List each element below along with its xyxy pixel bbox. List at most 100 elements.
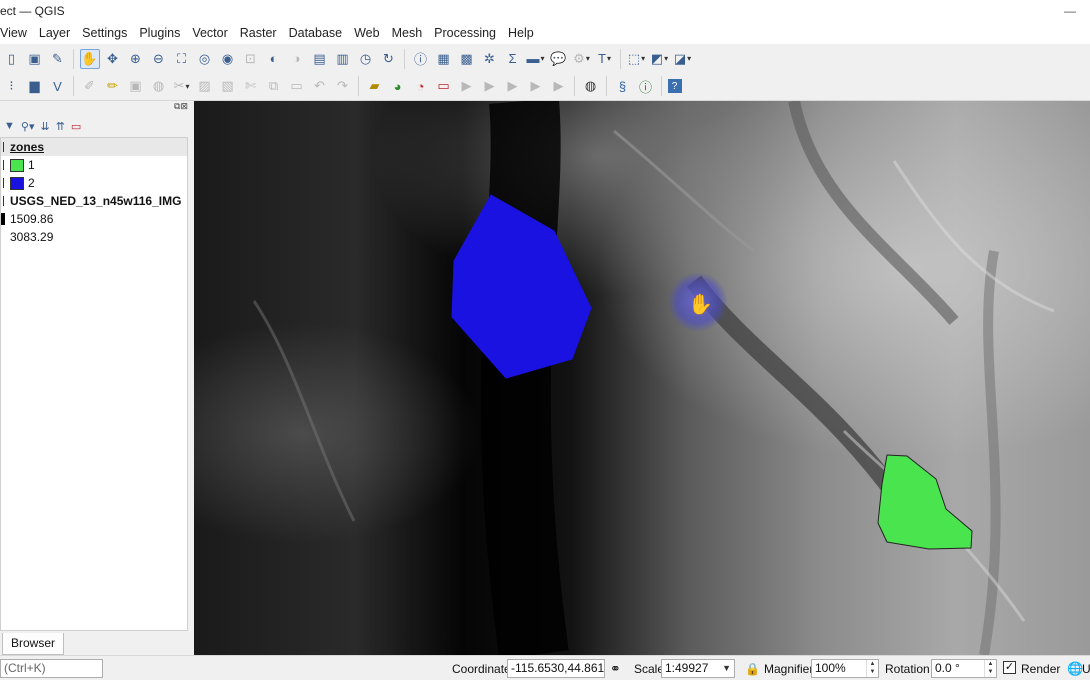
save-edits-icon[interactable]: ▣ bbox=[126, 76, 146, 96]
python-console-icon[interactable]: § bbox=[613, 76, 633, 96]
pin-label-icon[interactable]: ◔ bbox=[411, 76, 431, 96]
select-by-expression-icon[interactable]: ◪ ▾ bbox=[673, 49, 693, 69]
menu-help[interactable]: Help bbox=[502, 22, 540, 44]
measure-icon[interactable]: ▬ ▾ bbox=[526, 49, 546, 69]
filter-legend-icon[interactable]: ⚲▾ bbox=[21, 120, 35, 133]
expand-all-icon[interactable]: ⇊ bbox=[40, 120, 49, 133]
menu-database[interactable]: Database bbox=[283, 22, 349, 44]
quickmapservices-icon[interactable]: ◍ bbox=[581, 76, 601, 96]
magnifier-label: Magnifier bbox=[764, 662, 814, 676]
sum-icon[interactable]: Σ bbox=[503, 49, 523, 69]
locator-search-input[interactable]: (Ctrl+K) bbox=[0, 659, 103, 678]
label-properties-icon[interactable]: ▶ bbox=[526, 76, 546, 96]
new-layer-icon[interactable]: ▆ bbox=[25, 76, 45, 96]
deselect-icon[interactable]: ◩ ▾ bbox=[650, 49, 670, 69]
zoom-native-icon[interactable]: ⊡ bbox=[241, 49, 261, 69]
zoom-next-icon[interactable]: ◑ bbox=[287, 49, 307, 69]
legend-item-1-checkbox[interactable] bbox=[1, 160, 4, 170]
scale-combo[interactable]: 1:49927 ▼ bbox=[661, 659, 735, 678]
zoom-last-icon[interactable]: ◐ bbox=[264, 49, 284, 69]
add-feature-icon[interactable]: ◍ bbox=[149, 76, 169, 96]
menu-raster[interactable]: Raster bbox=[234, 22, 283, 44]
copy-icon[interactable]: ⧉ bbox=[264, 76, 284, 96]
identify-icon[interactable]: ⓘ bbox=[411, 49, 431, 69]
edit-pencil-icon[interactable]: ✏ bbox=[103, 76, 123, 96]
temporal-controller-icon[interactable]: ◷ bbox=[356, 49, 376, 69]
spin-arrows-icon[interactable]: ▲ ▼ bbox=[866, 660, 878, 677]
lock-scale-icon[interactable]: 🔒 bbox=[745, 660, 760, 678]
paste-icon[interactable]: ▭ bbox=[287, 76, 307, 96]
move-label-icon[interactable]: ▶ bbox=[457, 76, 477, 96]
layer-usgs-ned[interactable]: USGS_NED_13_n45w116_IMG bbox=[1, 192, 187, 210]
select-location-icon[interactable]: ⚙ ▾ bbox=[572, 49, 592, 69]
redo-icon[interactable]: ↷ bbox=[333, 76, 353, 96]
color-swatch-blue bbox=[10, 177, 24, 190]
legend-item-2[interactable]: 2 bbox=[1, 174, 187, 192]
text-annotation-icon[interactable]: T ▾ bbox=[595, 49, 615, 69]
toggle-extents-icon[interactable]: ⚭ bbox=[610, 660, 621, 678]
identify-plugin-icon[interactable]: ⓘ bbox=[636, 76, 656, 96]
layer-zones[interactable]: zones bbox=[1, 138, 187, 156]
collapse-all-icon[interactable]: ⇈ bbox=[56, 120, 65, 133]
field-calculator-icon[interactable]: ▩ bbox=[457, 49, 477, 69]
render-checkbox[interactable]: ✓ bbox=[1003, 661, 1016, 674]
delete-icon[interactable]: ▨ bbox=[195, 76, 215, 96]
attribute-table-icon[interactable]: ▦ bbox=[434, 49, 454, 69]
filter-icon[interactable]: ▼ bbox=[4, 120, 15, 132]
pan-to-selection-icon[interactable]: ✥ bbox=[103, 49, 123, 69]
legend-item-2-checkbox[interactable] bbox=[1, 178, 4, 188]
statistics-icon[interactable]: ✲ bbox=[480, 49, 500, 69]
zoom-layer-icon[interactable]: ◉ bbox=[218, 49, 238, 69]
tab-browser[interactable]: Browser bbox=[2, 633, 64, 655]
cut-icon[interactable]: ✄ bbox=[241, 76, 261, 96]
menu-mesh[interactable]: Mesh bbox=[386, 22, 429, 44]
minimize-button[interactable]: — bbox=[1064, 0, 1076, 22]
new-project-icon[interactable]: ▯ bbox=[2, 49, 22, 69]
menu-view[interactable]: View bbox=[0, 22, 33, 44]
crs-globe-icon[interactable]: 🌐 bbox=[1067, 660, 1083, 678]
rotation-spinbox[interactable]: 0.0 ° ▲ ▼ bbox=[931, 659, 997, 678]
select-features-icon[interactable]: ⬚ ▾ bbox=[627, 49, 647, 69]
delete-selected-icon[interactable]: ▧ bbox=[218, 76, 238, 96]
new-bookmark-icon[interactable]: ▤ bbox=[310, 49, 330, 69]
vertex-tool-icon[interactable]: ✂ ▾ bbox=[172, 76, 192, 96]
label-icon[interactable]: ▰ bbox=[365, 76, 385, 96]
raster-checkbox[interactable] bbox=[1, 196, 4, 206]
menu-vector[interactable]: Vector bbox=[186, 22, 233, 44]
digitize-icon[interactable]: ✐ bbox=[80, 76, 100, 96]
menu-web[interactable]: Web bbox=[348, 22, 385, 44]
hide-label-icon[interactable]: ▭ bbox=[434, 76, 454, 96]
legend-item-1[interactable]: 1 bbox=[1, 156, 187, 174]
spin-arrows-icon[interactable]: ▲ ▼ bbox=[984, 660, 996, 677]
menu-layer[interactable]: Layer bbox=[33, 22, 76, 44]
data-source-manager-icon[interactable]: ⁝ bbox=[2, 76, 22, 96]
remove-layer-icon[interactable]: ▭ bbox=[71, 120, 81, 133]
crs-label[interactable]: U bbox=[1082, 660, 1090, 678]
undo-icon[interactable]: ↶ bbox=[310, 76, 330, 96]
help-icon[interactable]: ? bbox=[667, 79, 682, 93]
menu-settings[interactable]: Settings bbox=[76, 22, 133, 44]
zoom-out-icon[interactable]: ⊖ bbox=[149, 49, 169, 69]
label-toggle-icon[interactable]: ▶ bbox=[549, 76, 569, 96]
zoom-selection-icon[interactable]: ◎ bbox=[195, 49, 215, 69]
rotate-label-icon[interactable]: ▶ bbox=[480, 76, 500, 96]
magnifier-spinbox[interactable]: 100% ▲ ▼ bbox=[811, 659, 879, 678]
zones-checkbox[interactable] bbox=[1, 142, 4, 152]
refresh-icon[interactable]: ↻ bbox=[379, 49, 399, 69]
map-canvas[interactable]: ✋ bbox=[194, 101, 1090, 655]
diagram-icon[interactable]: ◕ bbox=[388, 76, 408, 96]
map-tips-icon[interactable]: 💬 bbox=[549, 49, 569, 69]
menu-processing[interactable]: Processing bbox=[428, 22, 502, 44]
save-as-icon[interactable]: ▣ bbox=[25, 49, 45, 69]
virtual-layer-icon[interactable]: V bbox=[48, 76, 68, 96]
pan-icon[interactable]: ✋ bbox=[79, 48, 100, 69]
zoom-in-icon[interactable]: ⊕ bbox=[126, 49, 146, 69]
menu-plugins[interactable]: Plugins bbox=[133, 22, 186, 44]
style-manager-icon[interactable]: ✎ bbox=[48, 49, 68, 69]
coordinate-field[interactable]: -115.6530,44.8611 bbox=[507, 659, 605, 678]
show-bookmarks-icon[interactable]: ▥ bbox=[333, 49, 353, 69]
panel-float-close-buttons[interactable]: ⧉⊠ bbox=[174, 101, 188, 112]
zoom-full-icon[interactable]: ⛶ bbox=[172, 49, 192, 69]
change-label-icon[interactable]: ▶ bbox=[503, 76, 523, 96]
panel-tabs: Browser bbox=[0, 632, 192, 655]
